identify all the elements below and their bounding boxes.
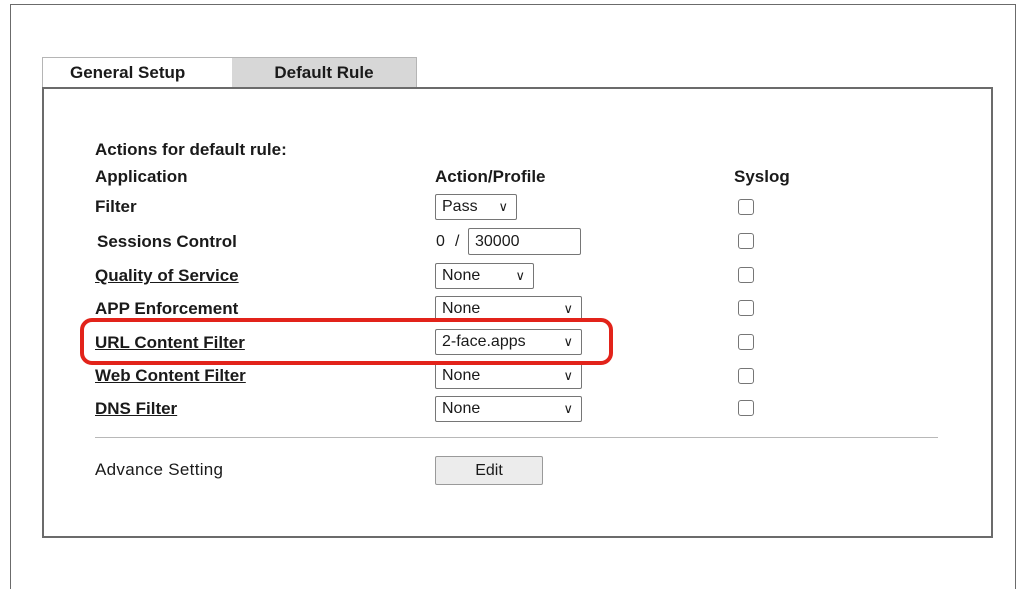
url-content-filter-syslog-checkbox[interactable]: [738, 334, 754, 350]
qos-select[interactable]: None ∨: [435, 263, 534, 289]
advance-setting-label: Advance Setting: [95, 460, 224, 479]
column-header-action-profile: Action/Profile: [435, 167, 546, 186]
url-content-filter-select-value: 2-face.apps: [442, 333, 526, 350]
column-header-application: Application: [95, 167, 188, 186]
tab-general-setup[interactable]: General Setup: [42, 57, 232, 87]
filter-select-value: Pass: [442, 198, 478, 215]
dns-filter-syslog-checkbox[interactable]: [738, 400, 754, 416]
dns-filter-select[interactable]: None ∨: [435, 396, 582, 422]
sessions-control-syslog-checkbox[interactable]: [738, 233, 754, 249]
filter-select[interactable]: Pass ∨: [435, 194, 517, 220]
dns-filter-link[interactable]: DNS Filter: [95, 399, 177, 419]
column-header-syslog: Syslog: [734, 167, 790, 186]
section-title: Actions for default rule:: [95, 140, 287, 159]
edit-button[interactable]: Edit: [435, 456, 543, 485]
url-content-filter-select[interactable]: 2-face.apps ∨: [435, 329, 582, 355]
sessions-separator: /: [455, 233, 460, 250]
url-content-filter-link[interactable]: URL Content Filter: [95, 333, 245, 353]
tab-default-rule[interactable]: Default Rule: [232, 57, 417, 87]
app-enforcement-select-value: None: [442, 300, 481, 317]
chevron-down-icon: ∨: [563, 301, 573, 316]
dns-filter-select-value: None: [442, 400, 481, 417]
app-enforcement-select[interactable]: None ∨: [435, 296, 582, 322]
qos-syslog-checkbox[interactable]: [738, 267, 754, 283]
sessions-current-count: 0: [436, 233, 445, 250]
web-content-filter-select-value: None: [442, 367, 481, 384]
qos-link[interactable]: Quality of Service: [95, 266, 239, 286]
filter-syslog-checkbox[interactable]: [738, 199, 754, 215]
sessions-limit-input[interactable]: [468, 228, 581, 255]
filter-label: Filter: [95, 197, 137, 216]
chevron-down-icon: ∨: [515, 268, 525, 283]
chevron-down-icon: ∨: [563, 334, 573, 349]
web-content-filter-syslog-checkbox[interactable]: [738, 368, 754, 384]
divider: [95, 437, 938, 438]
chevron-down-icon: ∨: [498, 199, 508, 214]
app-enforcement-label: APP Enforcement: [95, 299, 239, 318]
chevron-down-icon: ∨: [563, 401, 573, 416]
app-enforcement-syslog-checkbox[interactable]: [738, 300, 754, 316]
sessions-control-label: Sessions Control: [97, 232, 237, 251]
web-content-filter-select[interactable]: None ∨: [435, 363, 582, 389]
web-content-filter-link[interactable]: Web Content Filter: [95, 366, 246, 386]
chevron-down-icon: ∨: [563, 368, 573, 383]
qos-select-value: None: [442, 267, 481, 284]
